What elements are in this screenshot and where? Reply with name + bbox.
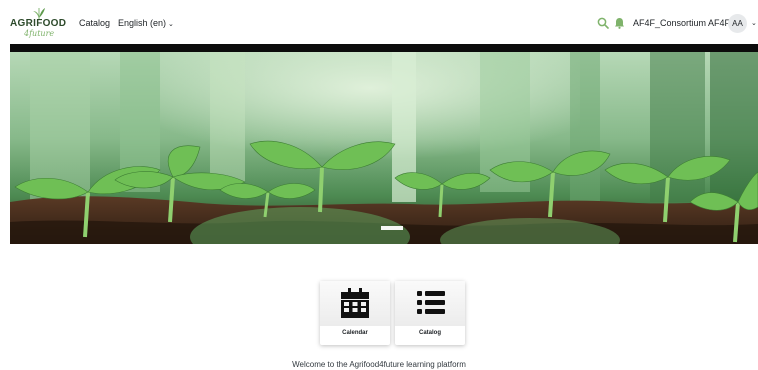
hero-image [10, 52, 758, 244]
bell-icon[interactable] [614, 17, 625, 29]
site-logo[interactable]: AGRIFOOD 4future [10, 7, 68, 41]
welcome-text: Welcome to the Agrifood4future learning … [292, 360, 466, 369]
chevron-down-icon: ⌄ [168, 21, 174, 28]
catalog-tile-label: Catalog [418, 330, 441, 336]
language-menu[interactable]: English (en) ⌄ [118, 18, 174, 28]
logo-brand-text: AGRIFOOD [10, 18, 67, 29]
nav-catalog-link[interactable]: Catalog [79, 18, 110, 28]
logo-sub-text: 4future [24, 29, 55, 38]
slide-indicator[interactable] [381, 226, 403, 230]
calendar-tile-icon-area [320, 281, 390, 326]
calendar-tile-label: Calendar [342, 330, 368, 336]
catalog-tile-icon-area [395, 281, 465, 326]
user-name[interactable]: AF4F_Consortium AF4F [633, 18, 730, 28]
list-icon [417, 291, 445, 314]
user-menu-chevron-down-icon[interactable]: ⌄ [751, 19, 757, 27]
language-label: English (en) [118, 18, 167, 28]
catalog-tile[interactable]: Catalog [395, 281, 465, 345]
search-icon[interactable] [597, 17, 609, 29]
hero-banner [10, 52, 758, 244]
avatar[interactable]: AA [728, 14, 747, 33]
calendar-icon [341, 288, 369, 318]
banner-top-bar [10, 44, 758, 52]
top-navbar: AGRIFOOD 4future Catalog English (en) ⌄ A… [0, 0, 758, 45]
calendar-tile[interactable]: Calendar [320, 281, 390, 345]
